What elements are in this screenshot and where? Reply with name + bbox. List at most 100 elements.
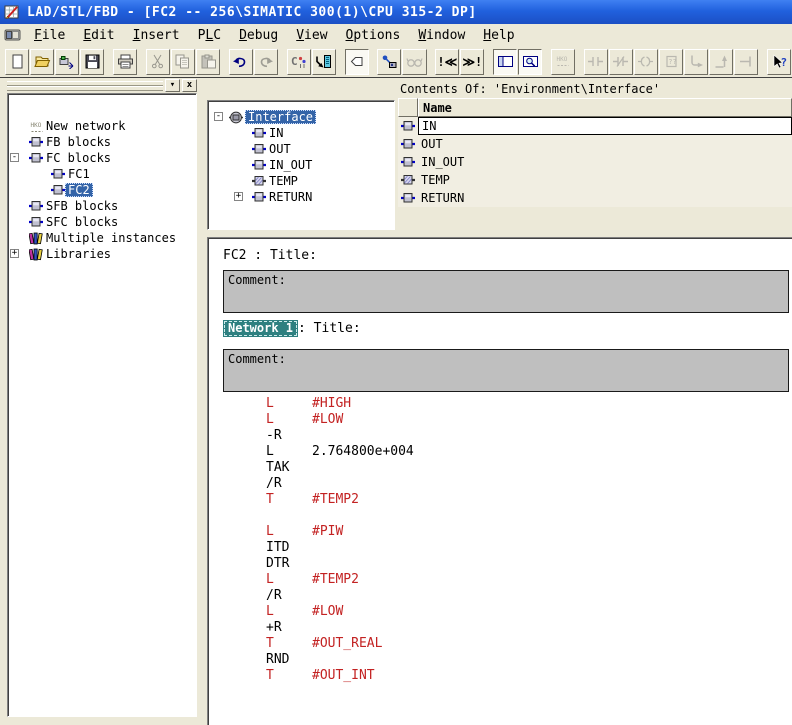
stl-line[interactable]: T#TEMP2 bbox=[266, 492, 414, 508]
expand-icon[interactable]: + bbox=[10, 249, 19, 258]
blocks-item-fc-blocks[interactable]: -FC blocks bbox=[8, 150, 196, 166]
stl-mnemonic: L bbox=[266, 444, 312, 460]
blocks-item-new-network[interactable]: HKONew network bbox=[8, 118, 196, 134]
table-row-out[interactable]: OUT bbox=[398, 135, 792, 153]
blocks-item-fc2[interactable]: FC2 bbox=[8, 182, 196, 198]
stl-line[interactable]: /R bbox=[266, 476, 414, 492]
interface-item-out[interactable]: OUT bbox=[208, 141, 394, 157]
table-row-in[interactable]: IN bbox=[398, 117, 792, 135]
expand-icon[interactable]: + bbox=[234, 192, 243, 201]
interface-item-in[interactable]: IN bbox=[208, 125, 394, 141]
toolbar-separator bbox=[485, 49, 493, 75]
print-button[interactable] bbox=[113, 49, 137, 75]
table-header: Name bbox=[398, 98, 792, 117]
network-label[interactable]: Network 1 bbox=[223, 320, 298, 337]
svg-text:HKO: HKO bbox=[556, 56, 567, 63]
application-window: LAD/STL/FBD - [FC2 -- 256\SIMATIC 300(1)… bbox=[0, 0, 792, 725]
block-icon bbox=[398, 192, 418, 204]
collapse-icon[interactable]: - bbox=[214, 112, 223, 121]
menu-window[interactable]: Window bbox=[409, 26, 474, 45]
code-editor[interactable]: FC2 : Title: Comment: Network 1: Title: … bbox=[207, 237, 792, 725]
interface-item-return[interactable]: +RETURN bbox=[208, 189, 394, 205]
table-row-temp[interactable]: TEMP bbox=[398, 171, 792, 189]
stl-line[interactable]: RND bbox=[266, 652, 414, 668]
blocks-item-libraries[interactable]: + Libraries bbox=[8, 246, 196, 262]
pane-close-button[interactable]: x bbox=[182, 79, 197, 92]
blocks-item-sfb-blocks[interactable]: SFB blocks bbox=[8, 198, 196, 214]
cut-icon bbox=[149, 54, 166, 69]
help-select-button[interactable]: ? bbox=[767, 49, 791, 75]
undo-icon bbox=[232, 54, 249, 69]
open-folder-button[interactable] bbox=[30, 49, 54, 75]
menu-view[interactable]: View bbox=[287, 26, 336, 45]
block-comment-box[interactable]: Comment: bbox=[223, 270, 789, 313]
stl-blank-line[interactable] bbox=[266, 508, 414, 524]
stl-line[interactable]: +R bbox=[266, 620, 414, 636]
block-arrow-button[interactable] bbox=[55, 49, 79, 75]
network-comment-box[interactable]: Comment: bbox=[223, 349, 789, 392]
new-document-button[interactable] bbox=[5, 49, 29, 75]
stl-operand: 2.764800e+004 bbox=[312, 444, 414, 459]
goto-prev-button[interactable]: !≪ bbox=[435, 49, 459, 75]
stl-line[interactable]: /R bbox=[266, 588, 414, 604]
block-icon bbox=[29, 216, 43, 228]
stl-line[interactable]: DTR bbox=[266, 556, 414, 572]
stl-line[interactable]: TAK bbox=[266, 460, 414, 476]
blocks-item-fc1[interactable]: FC1 bbox=[8, 166, 196, 182]
tree-item-label: Libraries bbox=[43, 247, 114, 261]
save-floppy-button[interactable] bbox=[80, 49, 104, 75]
interface-item-in-out[interactable]: IN_OUT bbox=[208, 157, 394, 173]
stl-line[interactable]: L#PIW bbox=[266, 524, 414, 540]
table-row-in_out[interactable]: IN_OUT bbox=[398, 153, 792, 171]
cell-name: RETURN bbox=[418, 189, 792, 207]
menu-edit[interactable]: Edit bbox=[74, 26, 123, 45]
stl-line[interactable]: L2.764800e+004 bbox=[266, 444, 414, 460]
update-button[interactable]: C bbox=[287, 49, 311, 75]
toolbar-separator bbox=[221, 49, 229, 75]
cut-button bbox=[146, 49, 170, 75]
blocks-item-fb-blocks[interactable]: FB blocks bbox=[8, 134, 196, 150]
stl-operand: #TEMP2 bbox=[312, 572, 359, 587]
collapse-icon[interactable]: - bbox=[10, 153, 19, 162]
stl-line[interactable]: T#OUT_REAL bbox=[266, 636, 414, 652]
pane-dropdown-button[interactable]: ▾ bbox=[165, 79, 180, 92]
stl-operand: #TEMP2 bbox=[312, 492, 359, 507]
goto-next-button[interactable]: ≫! bbox=[460, 49, 484, 75]
stl-line[interactable]: L#LOW bbox=[266, 604, 414, 620]
stl-line[interactable]: L#HIGH bbox=[266, 396, 414, 412]
copy-button bbox=[171, 49, 195, 75]
stl-line[interactable]: L#TEMP2 bbox=[266, 572, 414, 588]
menu-insert[interactable]: Insert bbox=[124, 26, 189, 45]
empty-box-icon: ?? bbox=[663, 54, 680, 69]
pane-grip[interactable] bbox=[7, 86, 163, 91]
menu-options[interactable]: Options bbox=[337, 26, 410, 45]
detail-view-button[interactable] bbox=[518, 49, 542, 75]
symbol-info-button[interactable] bbox=[377, 49, 401, 75]
interface-item-interface[interactable]: -Interface bbox=[208, 109, 394, 125]
toolbar-separator bbox=[576, 49, 584, 75]
tree-item-label: SFB blocks bbox=[43, 199, 121, 213]
stl-line[interactable]: T#OUT_INT bbox=[266, 668, 414, 684]
mdi-child-icon[interactable] bbox=[4, 28, 21, 42]
menu-help[interactable]: Help bbox=[474, 26, 523, 45]
block-icon bbox=[252, 159, 266, 171]
blocks-item-sfc-blocks[interactable]: SFC blocks bbox=[8, 214, 196, 230]
overview-button[interactable] bbox=[345, 49, 369, 75]
download-button[interactable] bbox=[312, 49, 336, 75]
interface-item-temp[interactable]: TEMP bbox=[208, 173, 394, 189]
undo-button[interactable] bbox=[229, 49, 253, 75]
comment-label: Comment: bbox=[228, 273, 286, 287]
stl-line[interactable]: L#LOW bbox=[266, 412, 414, 428]
blocks-item-multiple-instances[interactable]: Multiple instances bbox=[8, 230, 196, 246]
menu-file[interactable]: File bbox=[25, 26, 74, 45]
svg-text:HKO: HKO bbox=[31, 122, 42, 129]
block-icon bbox=[29, 200, 43, 212]
table-row-return[interactable]: RETURN bbox=[398, 189, 792, 207]
detail-view-icon bbox=[522, 54, 539, 69]
stl-line[interactable]: ITD bbox=[266, 540, 414, 556]
monitor-glasses-button bbox=[402, 49, 426, 75]
stl-line[interactable]: -R bbox=[266, 428, 414, 444]
menu-debug[interactable]: Debug bbox=[230, 26, 287, 45]
menu-plc[interactable]: PLC bbox=[189, 26, 230, 45]
split-window-button[interactable] bbox=[493, 49, 517, 75]
